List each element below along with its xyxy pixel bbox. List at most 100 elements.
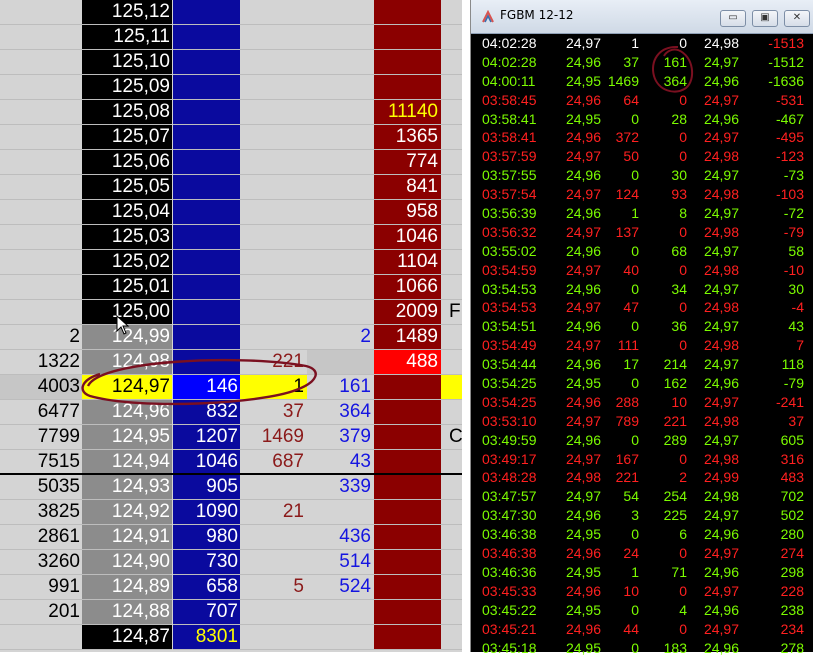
ladder-row[interactable]: 125,04958 xyxy=(0,200,462,225)
bid-size-cell[interactable] xyxy=(173,300,240,325)
price-cell[interactable]: 124,90 xyxy=(82,550,172,575)
ask-volume-cell[interactable]: 991 xyxy=(0,575,83,600)
sell-volume-cell[interactable] xyxy=(240,275,307,300)
bid-size-cell[interactable]: 980 xyxy=(173,525,240,550)
minimize-button[interactable]: ▭ xyxy=(720,10,746,27)
ladder-row[interactable]: 201124,88707 xyxy=(0,600,462,625)
marker-cell[interactable] xyxy=(441,325,462,350)
trade-row[interactable]: 03:57:5424,971249324,98-103 xyxy=(471,185,813,204)
bid-size-cell[interactable] xyxy=(173,75,240,100)
marker-cell[interactable] xyxy=(441,250,462,275)
window-title-bar[interactable]: FGBM 12-12 ▭ ▣ ✕ xyxy=(471,0,813,34)
buy-volume-cell[interactable] xyxy=(307,100,374,125)
ask-volume-cell[interactable] xyxy=(0,0,83,25)
marker-cell[interactable] xyxy=(441,275,462,300)
buy-volume-cell[interactable] xyxy=(307,275,374,300)
ladder-row[interactable]: 3260124,90730514 xyxy=(0,550,462,575)
bid-size-cell[interactable] xyxy=(173,0,240,25)
buy-volume-cell[interactable]: 524 xyxy=(307,575,374,600)
trade-row[interactable]: 03:45:2224,950424,96238 xyxy=(471,601,813,620)
buy-volume-cell[interactable] xyxy=(307,200,374,225)
ladder-row[interactable]: 124,878301 xyxy=(0,625,462,650)
ask-volume-cell[interactable]: 7799 xyxy=(0,425,83,450)
ask-volume-cell[interactable] xyxy=(0,625,83,650)
sell-volume-cell[interactable] xyxy=(240,250,307,275)
trade-row[interactable]: 03:47:5724,975425424,98702 xyxy=(471,487,813,506)
price-cell[interactable]: 124,89 xyxy=(82,575,172,600)
price-cell[interactable]: 125,04 xyxy=(82,200,172,225)
price-cell[interactable]: 124,87 xyxy=(82,625,172,650)
trade-row[interactable]: 03:54:5124,9603624,9743 xyxy=(471,317,813,336)
bid-size-cell[interactable]: 1090 xyxy=(173,500,240,525)
price-cell[interactable]: 125,08 xyxy=(82,100,172,125)
bid-size-cell[interactable]: 905 xyxy=(173,475,240,500)
price-cell[interactable]: 125,01 xyxy=(82,275,172,300)
ladder-row[interactable]: 125,12 xyxy=(0,0,462,25)
trade-row[interactable]: 03:54:4924,97111024,987 xyxy=(471,336,813,355)
trade-row[interactable]: 03:46:3824,9624024,97274 xyxy=(471,544,813,563)
price-cell[interactable]: 125,07 xyxy=(82,125,172,150)
marker-cell[interactable] xyxy=(441,375,462,400)
marker-cell[interactable] xyxy=(441,0,462,25)
price-cell[interactable]: 124,95 xyxy=(82,425,172,450)
buy-volume-cell[interactable]: 379 xyxy=(307,425,374,450)
sell-volume-cell[interactable] xyxy=(240,200,307,225)
ask-volume-cell[interactable] xyxy=(0,50,83,75)
bid-size-cell[interactable] xyxy=(173,175,240,200)
trade-row[interactable]: 03:48:2824,98221224,99483 xyxy=(471,468,813,487)
sell-volume-cell[interactable] xyxy=(240,75,307,100)
ladder-row[interactable]: 125,0811140 xyxy=(0,100,462,125)
price-cell[interactable]: 124,94 xyxy=(82,450,172,475)
ask-volume-cell[interactable]: 7515 xyxy=(0,450,83,475)
marker-cell[interactable] xyxy=(441,400,462,425)
marker-cell[interactable] xyxy=(441,225,462,250)
bid-size-cell[interactable]: 1207 xyxy=(173,425,240,450)
sell-volume-cell[interactable]: 5 xyxy=(240,575,307,600)
marker-cell[interactable]: C xyxy=(441,425,462,450)
ladder-row[interactable]: 125,002009F xyxy=(0,300,462,325)
ask-size-cell[interactable]: 1365 xyxy=(374,125,441,150)
ask-volume-cell[interactable] xyxy=(0,75,83,100)
bid-size-cell[interactable] xyxy=(173,100,240,125)
buy-volume-cell[interactable] xyxy=(307,300,374,325)
marker-cell[interactable] xyxy=(441,450,462,475)
ask-size-cell[interactable]: 2009 xyxy=(374,300,441,325)
buy-volume-cell[interactable] xyxy=(307,75,374,100)
bid-size-cell[interactable]: 658 xyxy=(173,575,240,600)
bid-size-cell[interactable]: 1046 xyxy=(173,450,240,475)
trade-row[interactable]: 03:45:3324,9610024,97228 xyxy=(471,582,813,601)
ask-size-cell[interactable] xyxy=(374,375,441,400)
ask-size-cell[interactable] xyxy=(374,50,441,75)
price-cell[interactable]: 124,92 xyxy=(82,500,172,525)
bid-size-cell[interactable] xyxy=(173,25,240,50)
ask-volume-cell[interactable] xyxy=(0,150,83,175)
trade-row[interactable]: 03:54:2524,962881024,97-241 xyxy=(471,393,813,412)
price-cell[interactable]: 125,03 xyxy=(82,225,172,250)
trade-row[interactable]: 03:49:1724,97167024,98316 xyxy=(471,450,813,469)
buy-volume-cell[interactable] xyxy=(307,25,374,50)
trade-row[interactable]: 03:45:2124,9644024,97234 xyxy=(471,620,813,639)
marker-cell[interactable] xyxy=(441,200,462,225)
price-cell[interactable]: 124,88 xyxy=(82,600,172,625)
sell-volume-cell[interactable] xyxy=(240,125,307,150)
ask-volume-cell[interactable] xyxy=(0,300,83,325)
ask-size-cell[interactable] xyxy=(374,600,441,625)
ladder-row[interactable]: 125,07 1365 xyxy=(0,125,462,150)
trade-row[interactable]: 03:55:0224,9606824,9758 xyxy=(471,242,813,261)
trade-row[interactable]: 03:57:5524,9603024,97-73 xyxy=(471,166,813,185)
price-cell[interactable]: 124,91 xyxy=(82,525,172,550)
bid-size-cell[interactable] xyxy=(173,250,240,275)
marker-cell[interactable] xyxy=(441,125,462,150)
marker-cell[interactable] xyxy=(441,575,462,600)
ask-volume-cell[interactable]: 2 xyxy=(0,325,83,350)
ask-size-cell[interactable] xyxy=(374,75,441,100)
ladder-row[interactable]: 7515124,94104668743 xyxy=(0,450,462,475)
trade-row[interactable]: 03:58:4524,9664024,97-531 xyxy=(471,91,813,110)
ask-size-cell[interactable]: 1046 xyxy=(374,225,441,250)
ladder-row[interactable]: 125,03 1046 xyxy=(0,225,462,250)
ladder-row[interactable]: 125,05841 xyxy=(0,175,462,200)
buy-volume-cell[interactable] xyxy=(307,625,374,650)
ask-size-cell[interactable] xyxy=(374,500,441,525)
ask-size-cell[interactable] xyxy=(374,0,441,25)
buy-volume-cell[interactable] xyxy=(307,250,374,275)
